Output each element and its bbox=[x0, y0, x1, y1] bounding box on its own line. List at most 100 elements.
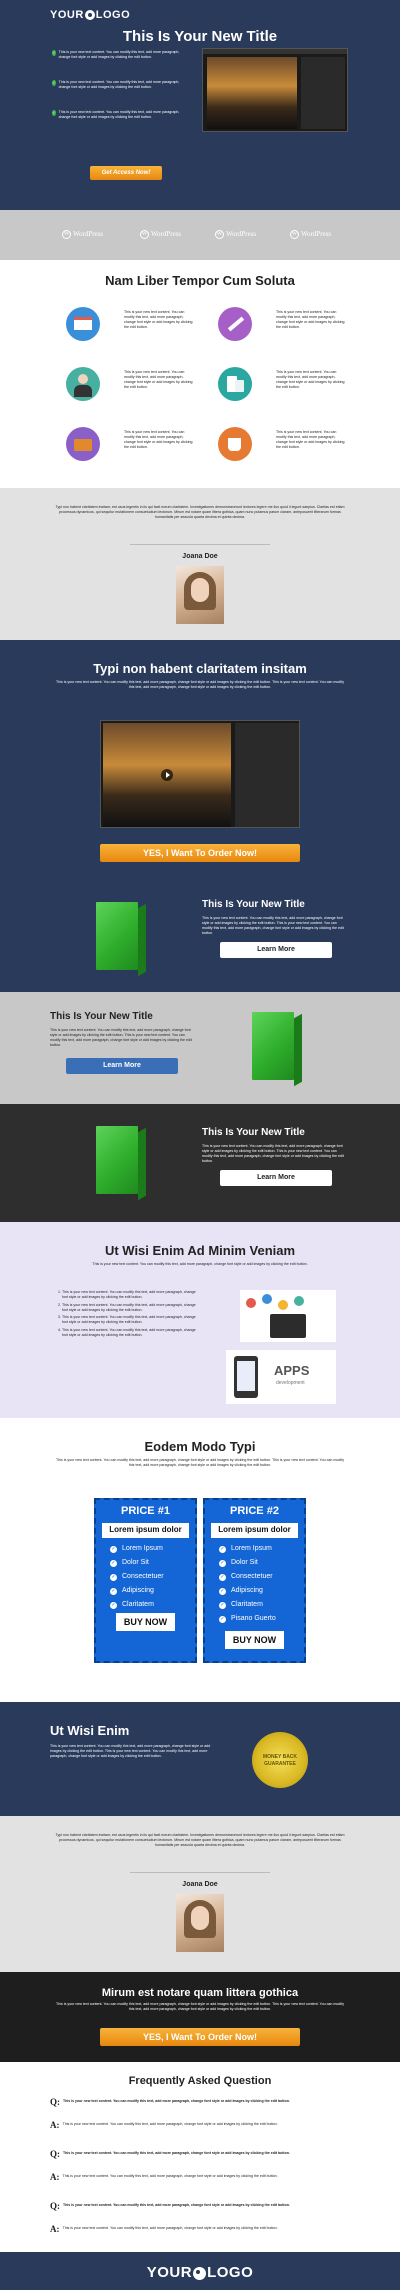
price-feature: ✓ Claritatem bbox=[110, 1600, 154, 1609]
testimonial-name: Joana Doe bbox=[182, 1881, 218, 1888]
hero-screenshot bbox=[202, 48, 348, 132]
wordpress-label: WordPress bbox=[73, 230, 104, 238]
gear-logo-icon bbox=[193, 2266, 207, 2280]
hero-bullet-3: ✓ This is your new text content. You can… bbox=[52, 110, 187, 120]
testimonial-divider bbox=[130, 544, 270, 545]
coffee-cup-icon bbox=[218, 427, 252, 461]
check-icon: ✓ bbox=[219, 1601, 226, 1609]
video-section: Typi non habent claritatem insitam This … bbox=[0, 640, 400, 880]
product-text-1: This is your new text content. You can m… bbox=[202, 916, 344, 935]
product-title-3: This Is Your New Title bbox=[202, 1127, 305, 1138]
play-icon[interactable] bbox=[161, 769, 173, 781]
hero-title: This Is Your New Title bbox=[122, 28, 278, 45]
faq-answer-3: A: This is your new text content. You ca… bbox=[50, 2223, 350, 2235]
footer-logo[interactable]: YOUR LOGO bbox=[0, 2263, 400, 2283]
faq-answer-1: A: This is your new text content. You ca… bbox=[50, 2119, 350, 2131]
feature-text-5: This is your new text content. You can m… bbox=[124, 430, 193, 449]
learn-more-button-1[interactable]: Learn More bbox=[220, 942, 332, 958]
apps-development-illustration: APPS development bbox=[226, 1350, 336, 1404]
price-card-subtitle: Lorem ipsum dolor bbox=[211, 1522, 298, 1538]
faq-answer-text: This is your new text content. You can m… bbox=[62, 2174, 278, 2178]
pricing-section: Eodem Modo Typi This is your new text co… bbox=[0, 1418, 400, 1702]
wordpress-logo-3: W WordPress bbox=[215, 230, 256, 240]
faq-answer-text: This is your new text content. You can m… bbox=[62, 2122, 278, 2126]
logo-text-right: LOGO bbox=[207, 2264, 254, 2281]
product-section-1: This Is Your New Title This is your new … bbox=[0, 880, 400, 992]
hero-bullet-text: This is your new text content. You can m… bbox=[58, 50, 180, 59]
answer-mark-label: A: bbox=[50, 2172, 60, 2182]
logo-text-left: YOUR bbox=[146, 2264, 193, 2281]
price-feature: ✓ Adipiscing bbox=[219, 1586, 263, 1595]
testimonial-quote: Typi non habent claritatem insitam; est … bbox=[55, 505, 345, 519]
features-section: Nam Liber Tempor Cum Soluta This is your… bbox=[0, 260, 400, 488]
price-feature: ✓ Claritatem bbox=[219, 1600, 263, 1609]
avatar bbox=[176, 566, 224, 624]
testimonial-name: Joana Doe bbox=[182, 553, 218, 560]
feature-text-4: This is your new text content. You can m… bbox=[276, 370, 345, 389]
feature-text-2: This is your new text content. You can m… bbox=[276, 310, 345, 329]
list-item: This is your new text content. You can m… bbox=[62, 1290, 196, 1300]
price-card-title: PRICE #1 bbox=[121, 1505, 170, 1517]
list-item: This is your new text content. You can m… bbox=[62, 1328, 196, 1338]
hero-bullet-1: ✓ This is your new text content. You can… bbox=[52, 50, 187, 60]
testimonial-divider bbox=[130, 1872, 270, 1873]
price-card-2: PRICE #2 Lorem ipsum dolor ✓ Lorem Ipsum … bbox=[203, 1498, 306, 1663]
wordpress-label: WordPress bbox=[151, 230, 182, 238]
features-title: Nam Liber Tempor Cum Soluta bbox=[105, 273, 295, 288]
price-feature: ✓ Pisano Guerto bbox=[219, 1614, 276, 1623]
faq-question-text: This is your new text content. You can m… bbox=[63, 2099, 290, 2103]
logo-text-left: YOUR bbox=[50, 9, 84, 21]
get-access-button[interactable]: Get Access Now! bbox=[90, 166, 162, 180]
pricing-title: Eodem Modo Typi bbox=[144, 1439, 256, 1454]
wordpress-logo-4: W WordPress bbox=[290, 230, 332, 240]
question-mark-label: Q: bbox=[50, 2149, 60, 2159]
faq-question-3: Q: This is your new text content. You ca… bbox=[50, 2200, 350, 2212]
product-title-1: This Is Your New Title bbox=[202, 899, 305, 910]
header-logo[interactable]: YOUR LOGO bbox=[50, 8, 130, 23]
pencil-edit-icon bbox=[218, 307, 252, 341]
learn-more-button-2[interactable]: Learn More bbox=[66, 1058, 178, 1074]
wordpress-label: WordPress bbox=[301, 230, 332, 238]
apps-subtitle: development bbox=[276, 1380, 305, 1386]
ut-wisi-section: Ut Wisi Enim Ad Minim Veniam This is you… bbox=[0, 1222, 400, 1418]
price-feature: ✓ Lorem Ipsum bbox=[219, 1544, 272, 1553]
faq-section: Frequently Asked Question Q: This is you… bbox=[0, 2062, 400, 2252]
check-icon: ✓ bbox=[219, 1559, 226, 1567]
cta-section: Mirum est notare quam littera gothica Th… bbox=[0, 1972, 400, 2062]
testimonial-section-1: Typi non habent claritatem insitam; est … bbox=[0, 488, 400, 640]
price-feature: ✓ Dolor Sit bbox=[219, 1558, 258, 1567]
faq-question-text: This is your new text content. You can m… bbox=[63, 2203, 290, 2207]
order-now-button[interactable]: YES, I Want To Order Now! bbox=[100, 844, 300, 862]
check-icon: ✓ bbox=[219, 1545, 226, 1553]
wordpress-icon: W bbox=[140, 230, 149, 240]
list-item: This is your new text content. You can m… bbox=[62, 1315, 196, 1325]
software-box-image bbox=[252, 1012, 302, 1087]
product-title-2: This Is Your New Title bbox=[50, 1011, 153, 1022]
guarantee-title: Ut Wisi Enim bbox=[50, 1723, 130, 1738]
price-feature-list: ✓ Lorem Ipsum ✓ Dolor Sit ✓ Consectetuer ✓ A… bbox=[219, 1542, 304, 1626]
checkmark-icon: ✓ bbox=[52, 110, 56, 116]
question-mark-label: Q: bbox=[50, 2201, 60, 2211]
faq-answer-2: A: This is your new text content. You ca… bbox=[50, 2171, 350, 2183]
video-player[interactable] bbox=[100, 720, 300, 828]
product-section-2: This Is Your New Title This is your new … bbox=[0, 992, 400, 1104]
software-box-image bbox=[96, 1126, 146, 1201]
buy-now-button-2[interactable]: BUY NOW bbox=[225, 1630, 284, 1649]
video-section-title: Typi non habent claritatem insitam bbox=[93, 661, 307, 676]
answer-mark-label: A: bbox=[50, 2224, 60, 2234]
feature-text-6: This is your new text content. You can m… bbox=[276, 430, 345, 449]
buy-now-button-1[interactable]: BUY NOW bbox=[116, 1612, 175, 1631]
faq-answer-text: This is your new text content. You can m… bbox=[62, 2226, 278, 2230]
order-now-button-2[interactable]: YES, I Want To Order Now! bbox=[100, 2028, 300, 2046]
businessman-icon bbox=[66, 367, 100, 401]
guarantee-section: Ut Wisi Enim This is your new text conte… bbox=[0, 1702, 400, 1816]
digital-marketing-illustration bbox=[240, 1290, 336, 1342]
checkmark-icon: ✓ bbox=[52, 80, 56, 86]
logos-bar-section: W WordPress W WordPress W WordPress W WordPr… bbox=[0, 210, 400, 260]
hero-bullet-text: This is your new text content. You can m… bbox=[58, 80, 180, 89]
price-feature: ✓ Consectetuer bbox=[110, 1572, 164, 1581]
learn-more-button-3[interactable]: Learn More bbox=[220, 1170, 332, 1186]
seal-text: MONEY BACK GUARANTEE bbox=[262, 1754, 298, 1767]
feature-text-3: This is your new text content. You can m… bbox=[124, 370, 193, 389]
faq-question-2: Q: This is your new text content. You ca… bbox=[50, 2148, 350, 2160]
